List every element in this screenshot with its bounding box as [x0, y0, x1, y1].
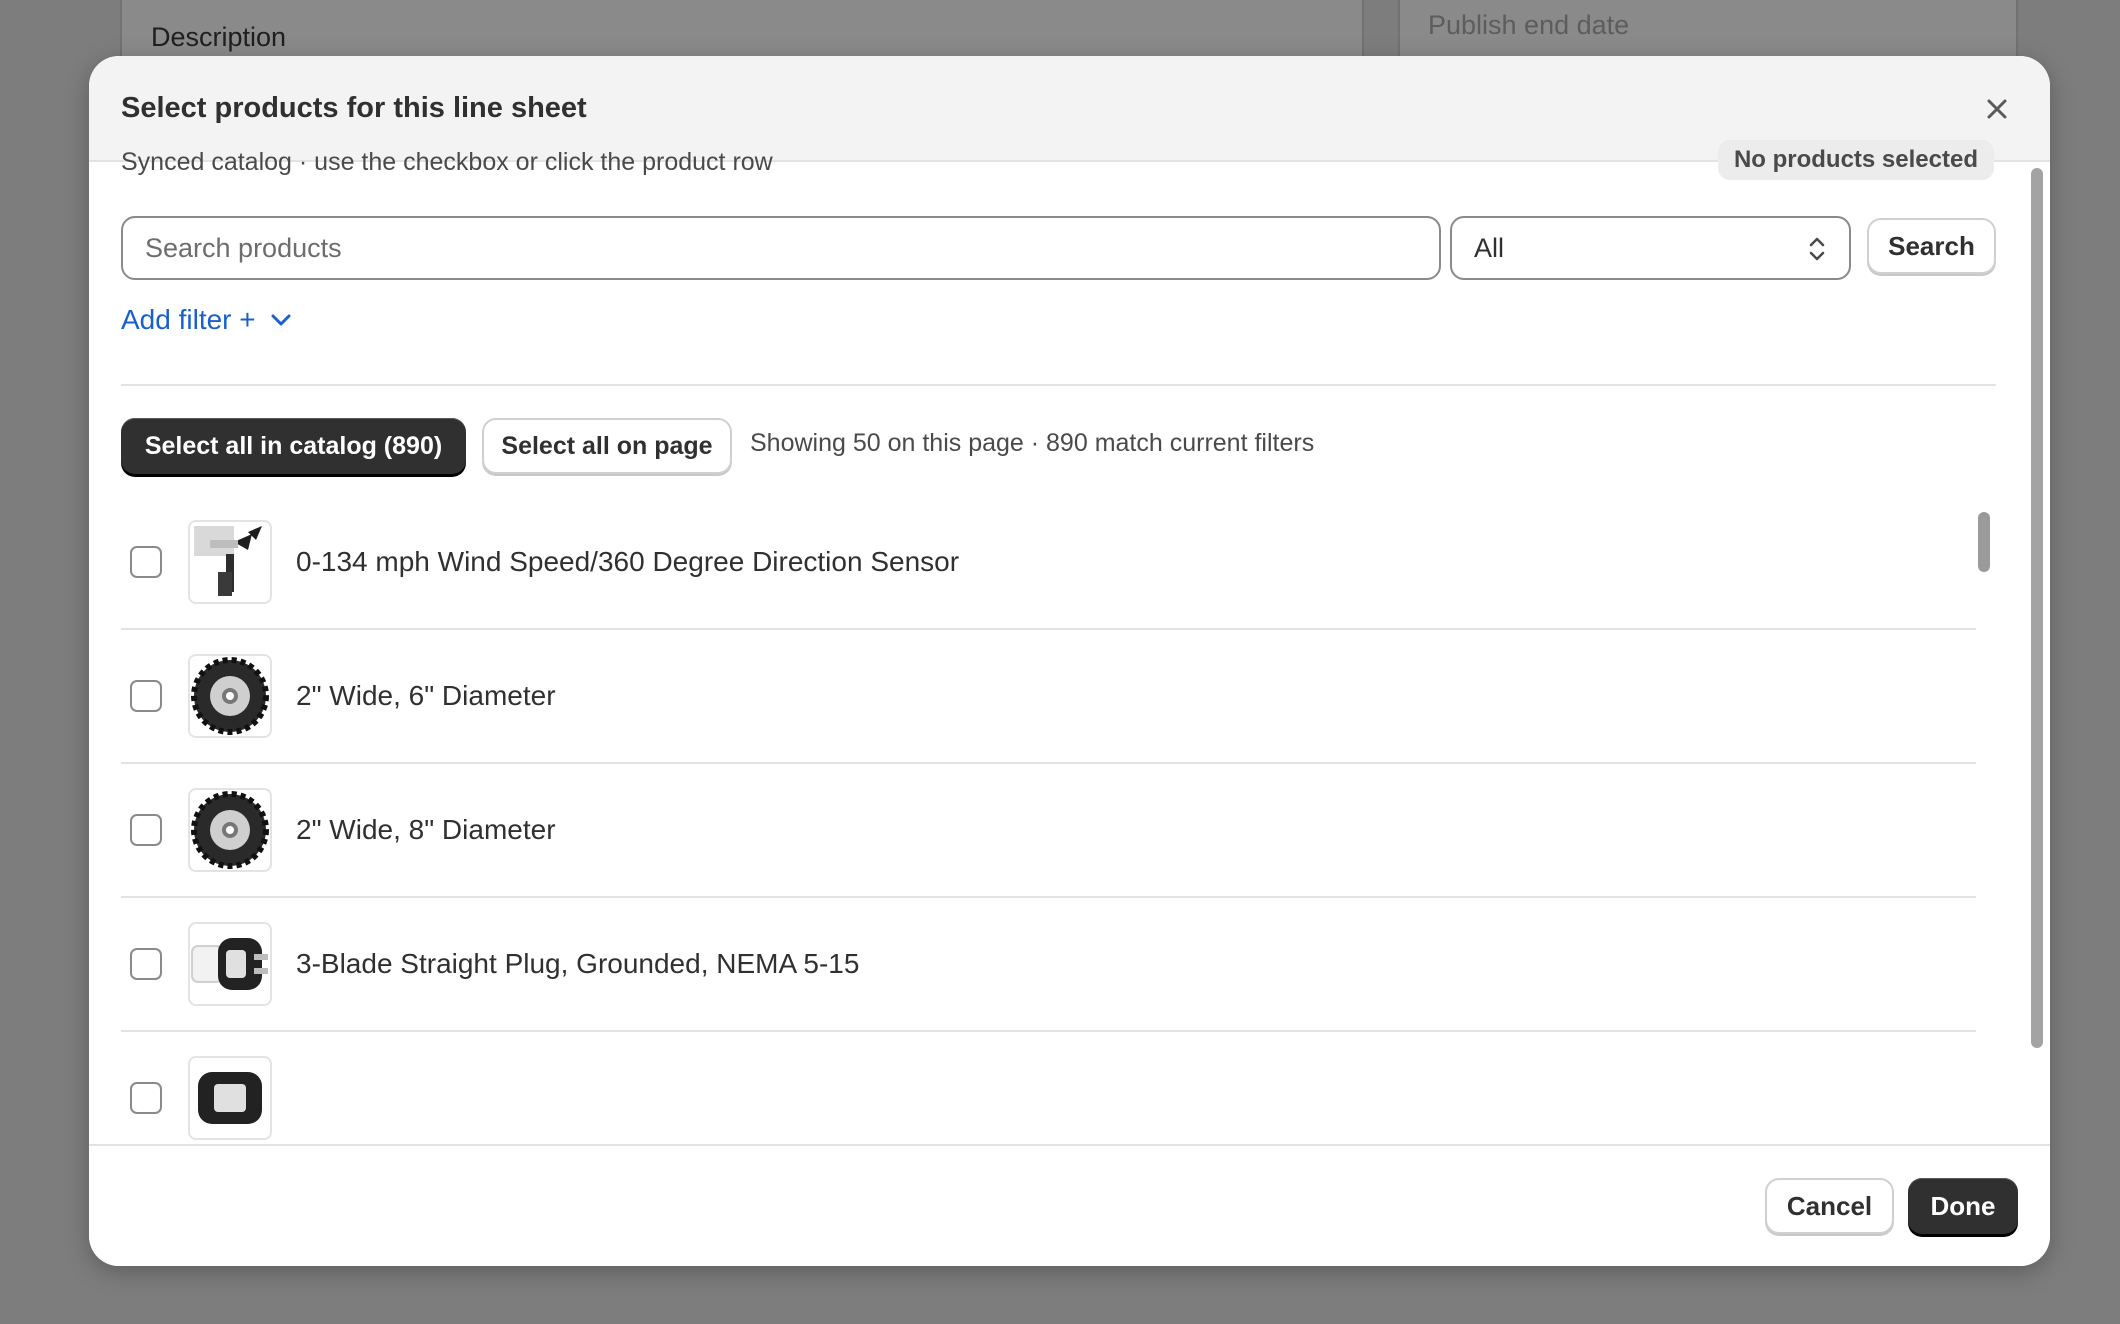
search-button[interactable]: Search — [1867, 218, 1996, 274]
select-products-modal: Select products for this line sheet Sync… — [89, 56, 2050, 1266]
section-divider — [121, 384, 1996, 386]
plug-icon — [198, 1072, 262, 1124]
status-badge: No products selected — [1717, 140, 1994, 180]
product-name: 2" Wide, 6" Diameter — [296, 680, 556, 711]
search-input[interactable] — [121, 216, 1441, 280]
modal-scrollbar[interactable] — [2031, 168, 2043, 1048]
list-scrollbar[interactable] — [1978, 512, 1990, 572]
product-list: 0-134 mph Wind Speed/360 Degree Directio… — [121, 496, 1976, 1166]
select-all-catalog-button[interactable]: Select all in catalog (890) — [121, 418, 466, 474]
filter-select[interactable]: All — [1450, 216, 1851, 280]
product-checkbox[interactable] — [130, 546, 162, 578]
product-row[interactable]: 3-Blade Straight Plug, Grounded, NEMA 5-… — [121, 898, 1976, 1032]
select-all-page-button[interactable]: Select all on page — [482, 418, 732, 474]
close-icon — [1987, 99, 2007, 119]
product-row[interactable]: 2" Wide, 6" Diameter — [121, 630, 1976, 764]
modal-subtitle: Synced catalog · use the checkbox or cli… — [121, 148, 773, 176]
chevron-down-icon — [271, 314, 291, 326]
product-thumbnail — [188, 788, 272, 872]
wind-sensor-icon — [194, 526, 262, 596]
product-checkbox[interactable] — [130, 814, 162, 846]
product-thumbnail — [188, 654, 272, 738]
wheel-icon — [191, 657, 269, 735]
add-filter-label: Add filter + — [121, 304, 256, 335]
done-button[interactable]: Done — [1908, 1178, 2018, 1234]
product-checkbox[interactable] — [130, 680, 162, 712]
add-filter-button[interactable]: Add filter + — [121, 304, 292, 336]
background-publish-end-field: Publish end date — [1428, 10, 1630, 40]
product-name: 2" Wide, 8" Diameter — [296, 814, 556, 845]
modal-footer: Cancel Done — [89, 1144, 2050, 1266]
results-count-text: Showing 50 on this page · 890 match curr… — [750, 429, 1315, 457]
product-row[interactable]: 2" Wide, 8" Diameter — [121, 764, 1976, 898]
select-chevron-icon — [1809, 237, 1825, 261]
filter-select-value: All — [1474, 232, 1505, 263]
product-thumbnail — [188, 922, 272, 1006]
product-thumbnail — [188, 520, 272, 604]
product-name: 0-134 mph Wind Speed/360 Degree Directio… — [296, 546, 960, 577]
close-button[interactable] — [1982, 94, 2012, 124]
product-name: 3-Blade Straight Plug, Grounded, NEMA 5-… — [296, 948, 860, 979]
background-description-label: Description — [151, 22, 287, 52]
wheel-icon — [191, 791, 269, 869]
product-row[interactable]: 0-134 mph Wind Speed/360 Degree Directio… — [121, 496, 1976, 630]
product-checkbox[interactable] — [130, 1082, 162, 1114]
product-checkbox[interactable] — [130, 948, 162, 980]
cancel-button[interactable]: Cancel — [1765, 1178, 1894, 1234]
product-thumbnail — [188, 1056, 272, 1140]
plug-icon — [191, 938, 268, 990]
modal-title: Select products for this line sheet — [121, 92, 587, 124]
